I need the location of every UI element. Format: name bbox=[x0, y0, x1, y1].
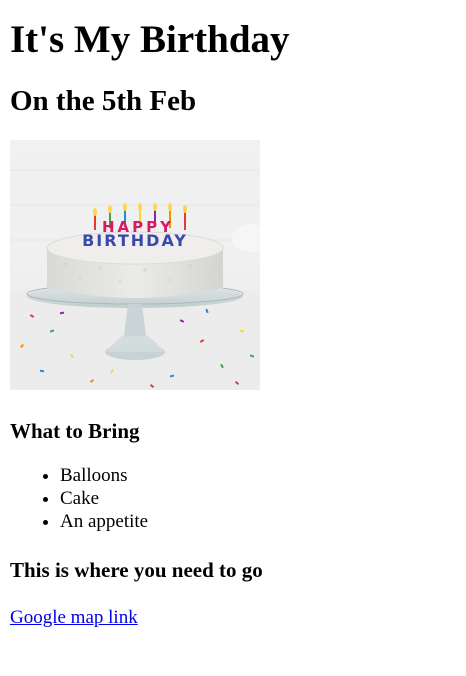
directions-heading: This is where you need to go bbox=[10, 558, 263, 582]
list-item: An appetite bbox=[60, 510, 456, 533]
bring-list: Balloons Cake An appetite bbox=[10, 464, 456, 533]
page: It's My Birthday On the 5th Feb HAPPY BI… bbox=[0, 0, 466, 629]
list-item: Cake bbox=[60, 487, 456, 510]
cake-topper-birthday: BIRTHDAY bbox=[82, 231, 188, 250]
list-item: Balloons bbox=[60, 464, 456, 487]
google-map-link[interactable]: Google map link bbox=[10, 606, 138, 629]
birthday-cake-image: HAPPY BIRTHDAY bbox=[10, 140, 260, 390]
page-title: It's My Birthday bbox=[10, 18, 290, 61]
event-date-heading: On the 5th Feb bbox=[10, 85, 197, 117]
what-to-bring-heading: What to Bring bbox=[10, 419, 140, 443]
